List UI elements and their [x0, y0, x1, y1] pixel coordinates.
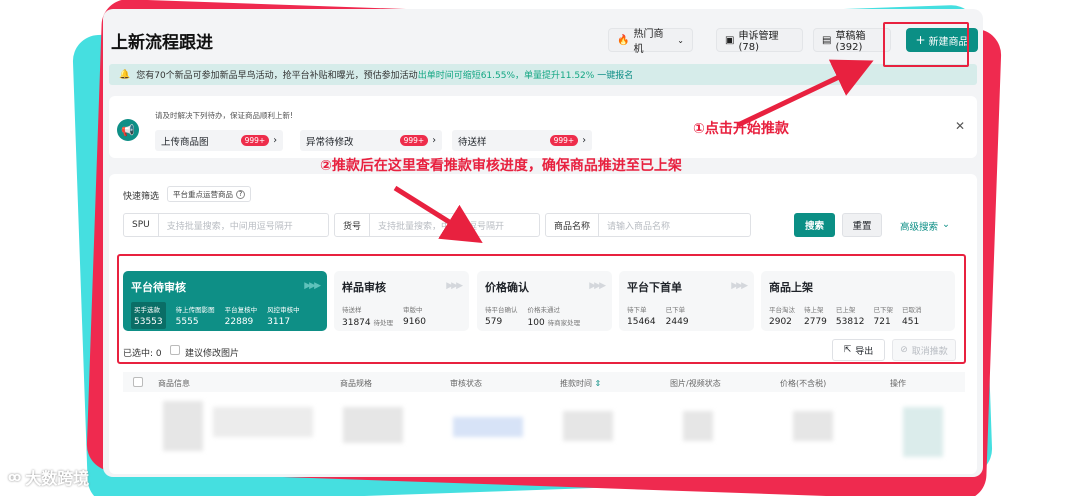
arrow-to-new-product — [736, 59, 874, 128]
watermark: ꝏ 大数跨境 — [8, 465, 89, 489]
watermark-text: 大数跨境 — [25, 469, 90, 488]
brand-logo-icon: ꝏ — [8, 470, 22, 484]
arrow-to-stages — [393, 185, 483, 243]
annotation-arrows — [393, 59, 874, 243]
